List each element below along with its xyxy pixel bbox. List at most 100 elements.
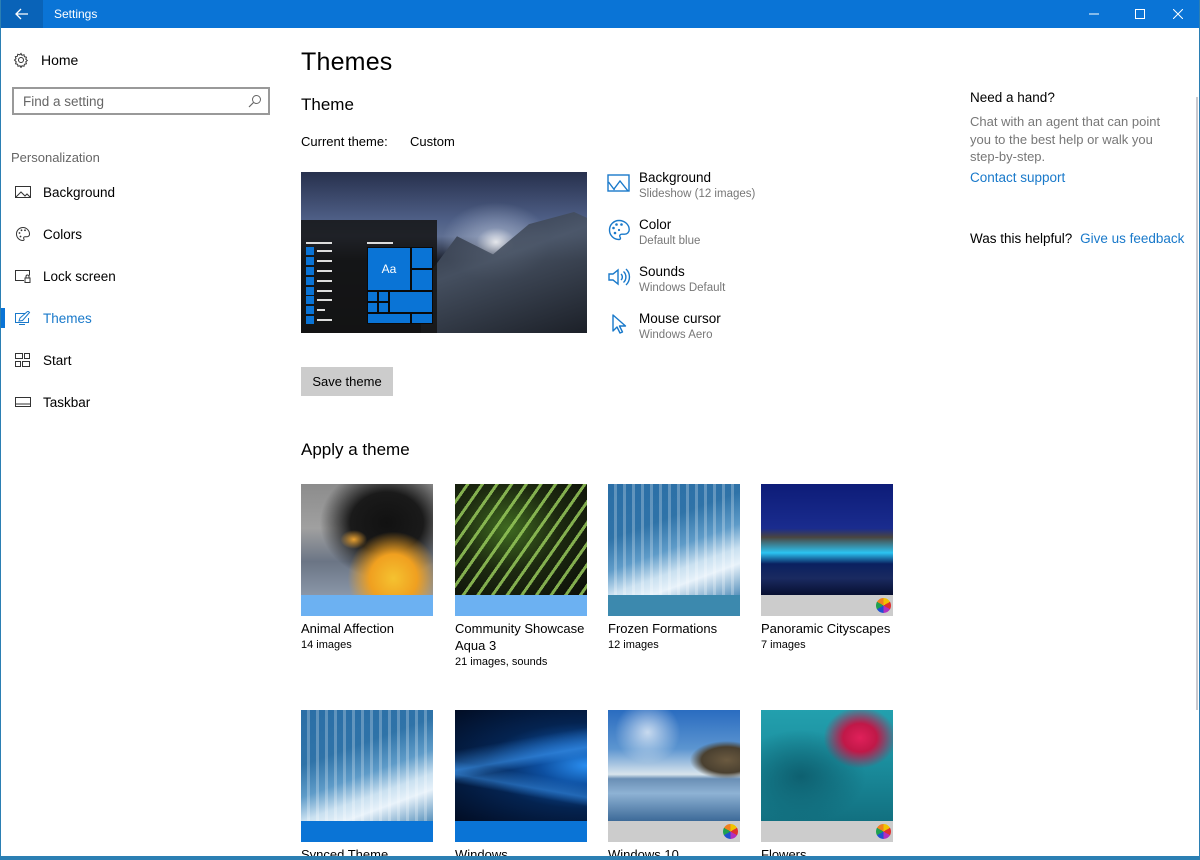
settings-window: Settings Home Personalization Background — [0, 0, 1200, 860]
theme-card-community-showcase-aqua-3[interactable]: Community Showcase Aqua 3 21 images, sou… — [455, 484, 587, 668]
taskbar-icon — [15, 394, 31, 410]
theme-card-windows-10[interactable]: Windows 10 — [608, 710, 740, 859]
page-title: Themes — [301, 48, 393, 76]
sidebar-item-start[interactable]: Start — [1, 342, 281, 378]
speaker-icon — [608, 268, 631, 286]
theme-card-frozen-formations[interactable]: Frozen Formations 12 images — [608, 484, 740, 651]
close-button[interactable] — [1155, 0, 1199, 28]
window-border-bottom — [1, 856, 1199, 859]
feedback-row: Was this helpful? Give us feedback — [970, 231, 1184, 246]
sidebar-item-background[interactable]: Background — [1, 174, 281, 210]
theme-thumbnail — [761, 710, 893, 842]
sidebar-item-colors[interactable]: Colors — [1, 216, 281, 252]
cursor-icon — [612, 314, 627, 334]
search-icon[interactable] — [248, 94, 262, 108]
scrollbar[interactable] — [1196, 97, 1198, 710]
theme-thumbnail — [301, 710, 433, 842]
contact-support-link[interactable]: Contact support — [970, 170, 1180, 185]
theme-accent-bar — [455, 821, 587, 842]
theme-card-animal-affection[interactable]: Animal Affection 14 images — [301, 484, 433, 651]
theme-accent-bar — [455, 595, 587, 616]
preview-tile-sample: Aa — [367, 247, 411, 291]
multicolor-wheel-icon — [876, 598, 891, 613]
theme-name: Animal Affection — [301, 621, 394, 636]
section-label-personalization: Personalization — [11, 150, 100, 165]
help-panel: Need a hand? Chat with an agent that can… — [970, 90, 1180, 185]
theme-name: Frozen Formations — [608, 621, 718, 636]
window-title: Settings — [54, 7, 98, 21]
theme-thumbnail — [301, 484, 433, 616]
multicolor-wheel-icon — [723, 824, 738, 839]
sidebar-item-label: Start — [43, 352, 72, 368]
sidebar-item-label: Lock screen — [43, 268, 116, 284]
title-bar: Settings — [1, 0, 1199, 28]
theme-thumbnail — [608, 710, 740, 842]
start-tiles-icon — [15, 352, 31, 368]
preview-start-menu: Aa — [301, 220, 437, 333]
theme-thumbnail — [455, 710, 587, 842]
property-name: Sounds — [639, 264, 685, 279]
theme-accent-bar — [608, 595, 740, 616]
theme-meta: 12 images — [608, 639, 659, 651]
apply-theme-heading: Apply a theme — [301, 440, 410, 459]
close-icon — [1173, 9, 1183, 19]
property-value: Windows Aero — [639, 329, 713, 341]
property-name: Background — [639, 170, 712, 185]
theme-card-panoramic-cityscapes[interactable]: Panoramic Cityscapes 7 images — [761, 484, 893, 651]
save-theme-button[interactable]: Save theme — [301, 367, 393, 396]
theme-thumbnail — [455, 484, 587, 616]
sidebar-home[interactable]: Home — [13, 50, 78, 70]
sidebar-item-lock-screen[interactable]: Lock screen — [1, 258, 281, 294]
theme-meta: 14 images — [301, 639, 352, 651]
theme-meta: 7 images — [761, 639, 806, 651]
picture-icon — [607, 174, 630, 192]
back-button[interactable] — [1, 0, 43, 28]
give-feedback-link[interactable]: Give us feedback — [1080, 231, 1184, 246]
sidebar-item-label: Background — [43, 184, 116, 200]
multicolor-wheel-icon — [876, 824, 891, 839]
minimize-button[interactable] — [1071, 0, 1117, 28]
sidebar-item-themes[interactable]: Themes — [1, 300, 281, 336]
gear-icon — [13, 52, 29, 68]
search-box[interactable] — [12, 87, 270, 115]
sidebar-item-label: Taskbar — [43, 394, 91, 410]
search-input[interactable] — [23, 93, 243, 109]
palette-icon — [15, 226, 31, 242]
theme-accent-bar — [301, 821, 433, 842]
picture-icon — [15, 184, 31, 200]
maximize-icon — [1135, 9, 1145, 19]
property-name: Mouse cursor — [639, 311, 721, 326]
theme-card-windows[interactable]: Windows — [455, 710, 587, 859]
theme-section-heading: Theme — [301, 95, 354, 114]
lock-screen-icon — [15, 268, 31, 284]
theme-accent-bar — [761, 595, 893, 616]
minimize-icon — [1089, 13, 1099, 15]
feedback-label: Was this helpful? — [970, 231, 1073, 246]
property-value: Default blue — [639, 235, 701, 247]
theme-preview: Aa — [301, 172, 587, 333]
theme-accent-bar — [761, 821, 893, 842]
arrow-left-icon — [15, 8, 28, 20]
theme-card-flowers[interactable]: Flowers — [761, 710, 893, 859]
sidebar-item-label: Themes — [43, 310, 92, 326]
theme-card-synced-theme[interactable]: Synced Theme — [301, 710, 433, 859]
theme-meta: 21 images, sounds — [455, 656, 548, 668]
sidebar-item-label: Colors — [43, 226, 83, 242]
theme-thumbnail — [761, 484, 893, 616]
property-value: Windows Default — [639, 282, 726, 294]
current-theme-label: Current theme: — [301, 134, 388, 149]
property-name: Color — [639, 217, 672, 232]
current-theme-value: Custom — [410, 134, 455, 149]
theme-name: Panoramic Cityscapes — [761, 621, 891, 636]
sidebar-item-taskbar[interactable]: Taskbar — [1, 384, 281, 420]
theme-thumbnail — [608, 484, 740, 616]
themes-brush-icon — [15, 310, 31, 326]
theme-accent-bar — [608, 821, 740, 842]
property-value: Slideshow (12 images) — [639, 188, 756, 200]
theme-accent-bar — [301, 595, 433, 616]
help-description: Chat with an agent that can point you to… — [970, 114, 1161, 164]
theme-name: Community Showcase Aqua 3 — [455, 621, 585, 653]
sidebar-home-label: Home — [41, 52, 79, 68]
palette-icon — [608, 219, 630, 241]
help-heading: Need a hand? — [970, 90, 1055, 105]
